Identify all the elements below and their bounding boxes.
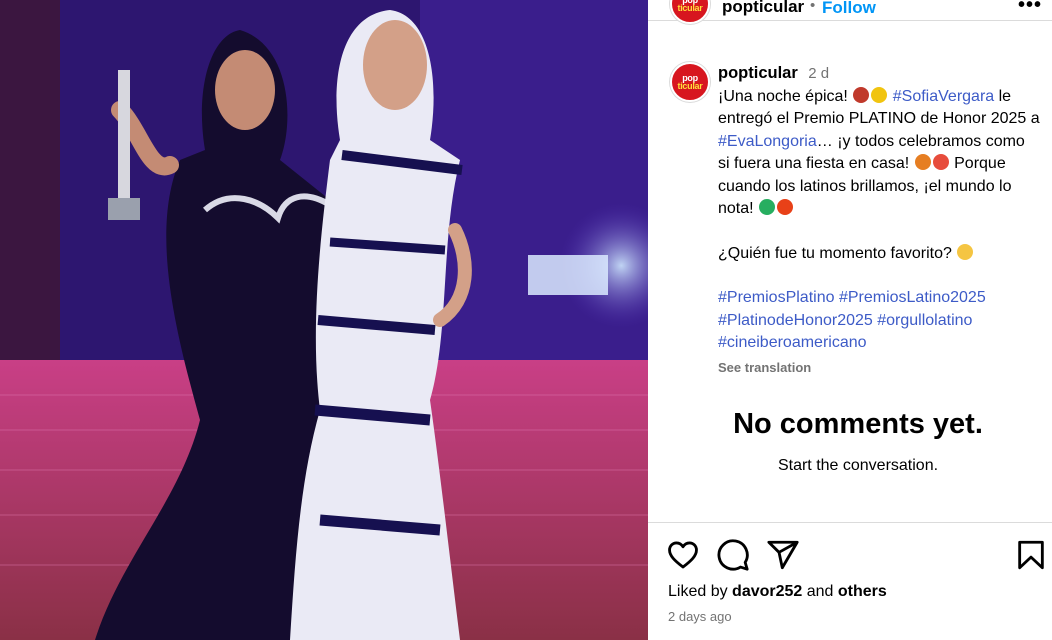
hashtag-link[interactable]: #orgullolatino [877,312,972,329]
brand-logo: pop ticular [677,73,703,91]
photo-illustration [0,0,648,640]
hashtag-link[interactable]: #PremiosLatino2025 [839,289,986,306]
hashtag-link[interactable]: #cineiberoamericano [718,334,867,351]
share-icon[interactable] [766,538,800,572]
no-comments-title: No comments yet. [733,408,983,440]
fire-emoji-icon [932,154,949,170]
globe-emoji-icon [759,199,776,215]
caption-time[interactable]: 2 d [808,65,829,82]
brand-logo: pop ticular [677,0,703,13]
hashtag-link[interactable]: #SofiaVergara [893,88,994,105]
post-header: pop ticular popticular • Follow ••• [648,0,1052,24]
hashtag-link[interactable]: #PlatinodeHonor2025 [718,312,873,329]
liked-others-link[interactable]: others [838,583,887,600]
clinking-glasses-emoji-icon [957,243,974,260]
post-username[interactable]: popticular [722,0,804,17]
caption-hashtags: #PremiosPlatino #PremiosLatino2025 #Plat… [718,287,1040,355]
avatar[interactable]: pop ticular [670,0,710,24]
likes-summary: Liked by davor252 and others [668,583,887,600]
post-caption: popticular 2 d ¡Una noche épica! #SofiaV… [718,62,1040,379]
caption-text: ¡Una noche épica! #SofiaVergara le entre… [718,86,1040,217]
hashtag-link[interactable]: #PremiosPlatino [718,289,835,306]
comment-icon[interactable] [716,538,750,572]
collision-emoji-icon [777,199,794,215]
post-photo[interactable] [0,0,648,640]
more-options-icon[interactable]: ••• [1018,0,1042,17]
separator-dot: • [810,0,816,14]
caption-header: popticular 2 d [718,62,1040,86]
bookmark-icon[interactable] [1014,538,1048,572]
dancer-emoji-icon [853,86,870,103]
hashtag-link[interactable]: #EvaLongoria [718,133,817,150]
caption-question: ¿Quién fue tu momento favorito? [718,243,1040,266]
liked-by-user-link[interactable]: davor252 [732,583,802,600]
post-detail-panel: pop ticular popticular • Follow ••• pop … [648,0,1052,640]
divider [648,522,1052,523]
caption-username[interactable]: popticular [718,64,798,82]
see-translation-link[interactable]: See translation [718,357,1040,380]
follow-button[interactable]: Follow [822,0,876,18]
sparkles-emoji-icon [871,86,888,103]
post-timestamp[interactable]: 2 days ago [668,609,732,624]
party-popper-emoji-icon [914,154,931,170]
heart-icon[interactable] [666,538,700,572]
start-conversation-text: Start the conversation. [777,457,939,474]
caption-avatar[interactable]: pop ticular [670,62,710,102]
